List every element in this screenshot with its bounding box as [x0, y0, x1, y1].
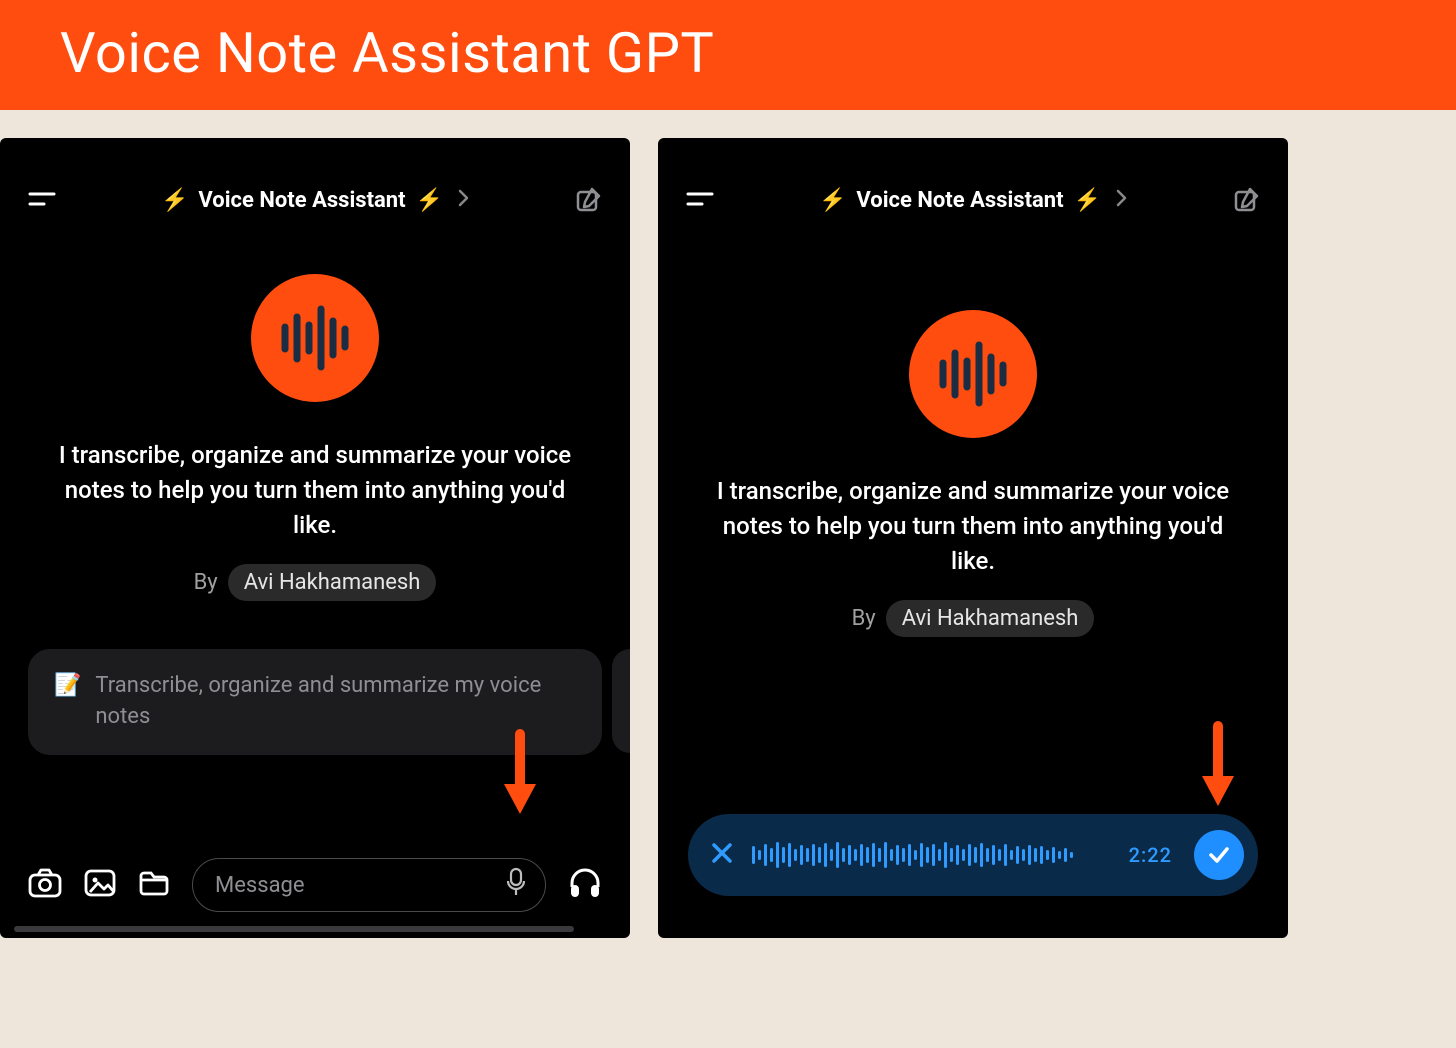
top-bar: ⚡ Voice Note Assistant ⚡: [0, 138, 630, 214]
gpt-title-button[interactable]: ⚡ Voice Note Assistant ⚡: [819, 188, 1129, 213]
top-bar: ⚡ Voice Note Assistant ⚡: [658, 138, 1288, 214]
compose-icon[interactable]: [1232, 186, 1260, 214]
gpt-description: I transcribe, organize and summarize you…: [703, 474, 1243, 578]
recording-time: 2:22: [1129, 843, 1172, 867]
gpt-title-button[interactable]: ⚡ Voice Note Assistant ⚡: [161, 188, 471, 213]
bolt-icon: ⚡: [161, 188, 188, 213]
folder-icon[interactable]: [138, 869, 170, 901]
gpt-logo: [251, 274, 379, 402]
menu-icon[interactable]: [28, 189, 58, 211]
message-input[interactable]: Message: [192, 858, 546, 912]
suggestion-card-peek[interactable]: [612, 649, 630, 753]
bolt-icon: ⚡: [819, 188, 846, 213]
gpt-byline: By Avi Hakhamanesh: [852, 600, 1095, 637]
gpt-description: I transcribe, organize and summarize you…: [45, 438, 585, 542]
screenshot-left: ⚡ Voice Note Assistant ⚡: [0, 138, 630, 938]
hero-section: I transcribe, organize and summarize you…: [0, 214, 630, 601]
camera-icon[interactable]: [28, 868, 62, 902]
headphones-icon[interactable]: [568, 867, 602, 903]
waveform-icon: [277, 305, 353, 371]
suggestion-card[interactable]: 📝 Transcribe, organize and summarize my …: [28, 649, 602, 755]
by-label: By: [194, 570, 218, 595]
annotation-arrow: [1196, 720, 1240, 810]
input-bar: Message: [0, 858, 630, 912]
image-icon[interactable]: [84, 868, 116, 902]
gpt-byline: By Avi Hakhamanesh: [194, 564, 437, 601]
confirm-recording-button[interactable]: [1194, 830, 1244, 880]
suggestion-text: Transcribe, organize and summarize my vo…: [95, 671, 576, 733]
mic-icon[interactable]: [505, 867, 527, 903]
memo-icon: 📝: [54, 671, 81, 702]
screenshot-right: ⚡ Voice Note Assistant ⚡: [658, 138, 1288, 938]
bolt-icon: ⚡: [1074, 188, 1101, 213]
author-link[interactable]: Avi Hakhamanesh: [228, 564, 437, 601]
compose-icon[interactable]: [574, 186, 602, 214]
gpt-logo: [909, 310, 1037, 438]
message-placeholder: Message: [215, 873, 305, 898]
gpt-title-text: Voice Note Assistant: [198, 188, 405, 213]
banner-title: Voice Note Assistant GPT: [60, 20, 714, 86]
chevron-right-icon: [457, 188, 471, 213]
menu-icon[interactable]: [686, 189, 716, 211]
bolt-icon: ⚡: [416, 188, 443, 213]
hero-section: I transcribe, organize and summarize you…: [658, 214, 1288, 637]
waveform-icon: [935, 341, 1011, 407]
by-label: By: [852, 606, 876, 631]
recording-bar: 2:22: [688, 814, 1258, 896]
gpt-title-text: Voice Note Assistant: [856, 188, 1063, 213]
page-banner: Voice Note Assistant GPT: [0, 0, 1456, 110]
cancel-recording-button[interactable]: [708, 839, 736, 871]
chevron-right-icon: [1115, 188, 1129, 213]
recording-waveform: [752, 835, 1113, 875]
home-indicator: [14, 926, 574, 932]
author-link[interactable]: Avi Hakhamanesh: [886, 600, 1095, 637]
